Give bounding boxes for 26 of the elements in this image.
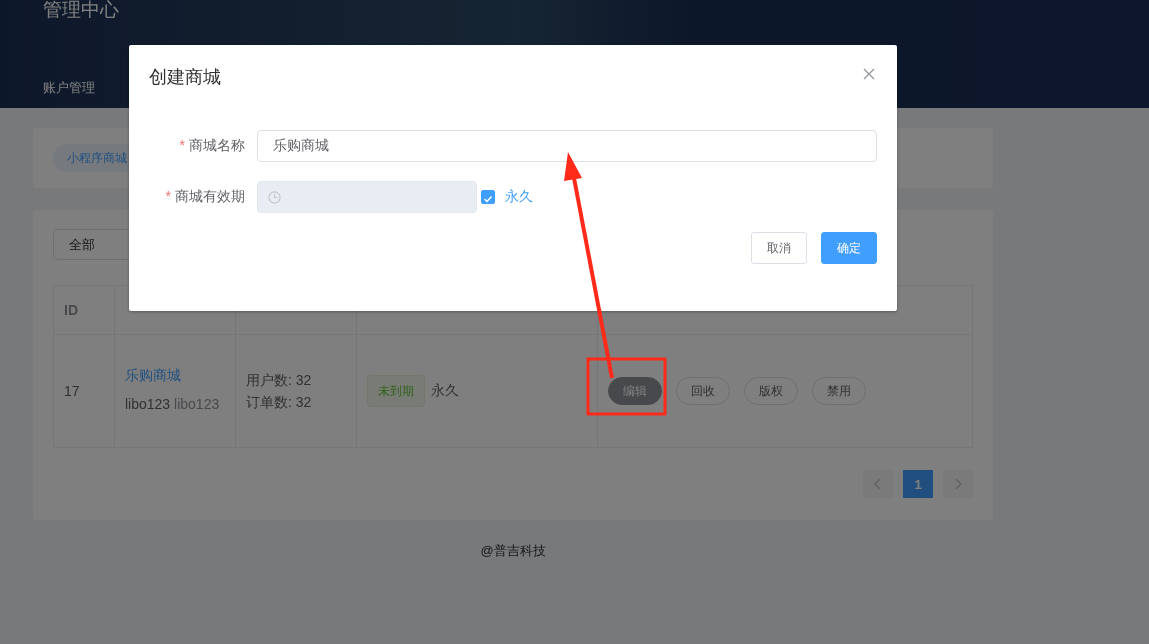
- chevron-left-icon: [874, 478, 882, 490]
- nav-item[interactable]: 账户管理: [43, 78, 95, 98]
- clock-icon: [268, 190, 281, 204]
- page-button[interactable]: 1: [903, 470, 933, 498]
- id-cell: 17: [53, 334, 115, 448]
- app-title: 管理中心: [43, 0, 119, 20]
- check-icon: [482, 193, 494, 205]
- field-label: * 商城有效期: [164, 188, 246, 206]
- action-button[interactable]: 回收: [676, 377, 730, 405]
- confirm-button[interactable]: 确定: [821, 232, 877, 264]
- dialog-title: 创建商城: [149, 66, 221, 89]
- chevron-right-icon: [954, 478, 962, 490]
- action-button[interactable]: 禁用: [812, 377, 866, 405]
- validity-text: 永久: [431, 382, 459, 398]
- prev-page-button[interactable]: [863, 470, 893, 498]
- stat-text: 用户数: 32: [246, 371, 313, 390]
- name-input[interactable]: 乐购商城: [257, 130, 877, 162]
- status-tag: 未到期: [367, 375, 425, 407]
- store-name-link[interactable]: 乐购商城: [125, 367, 225, 385]
- next-page-button[interactable]: [943, 470, 973, 498]
- stat-text: 订单数: 32: [246, 393, 313, 412]
- action-button[interactable]: 版权: [744, 377, 798, 405]
- close-icon[interactable]: [863, 68, 875, 80]
- footer-text: @普吉科技: [480, 542, 546, 560]
- cancel-button[interactable]: 取消: [751, 232, 807, 264]
- field-label: * 商城名称: [178, 137, 246, 155]
